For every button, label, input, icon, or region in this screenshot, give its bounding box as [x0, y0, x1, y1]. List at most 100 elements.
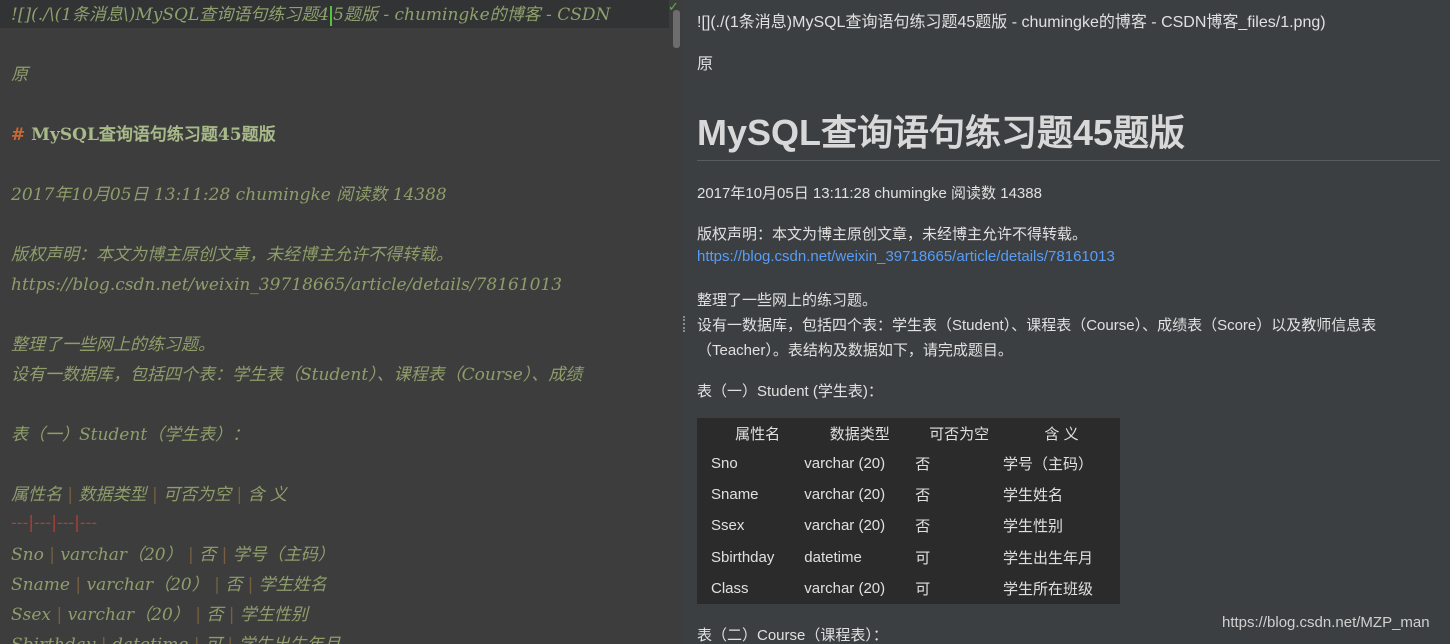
md-cell: 否	[206, 605, 224, 625]
md-pipe: |	[214, 575, 220, 595]
md-cell: 可	[205, 635, 222, 644]
editor-heading-text: MySQL查询语句练习题45题版	[31, 125, 276, 145]
md-cell: 可否为空	[163, 485, 232, 505]
table-cell: varchar (20)	[804, 579, 886, 597]
table-row: Class varchar (20) 可 学生所在班级	[697, 573, 1120, 604]
md-cell: 含 义	[247, 485, 288, 505]
md-pipe: |	[75, 575, 82, 595]
editor-line-image-part2: 5题版 - chumingke的博客 - CSDN	[333, 5, 611, 25]
paragraph-description-cont: （Teacher）。表结构及数据如下，请完成题目。	[697, 342, 1013, 359]
editor-line-table-row[interactable]: Sbirthday | datetime | 可 | 学生出生年月	[11, 634, 341, 644]
table-cell: 否	[915, 518, 931, 536]
editor-line-table-title[interactable]: 表（一）Student（学生表）：	[11, 424, 249, 446]
md-cell: varchar（20）	[67, 605, 190, 625]
source-link[interactable]: https://blog.csdn.net/weixin_39718665/ar…	[697, 248, 1115, 265]
table-cell: 学生所在班级	[1002, 580, 1093, 598]
md-pipe: |	[49, 545, 55, 565]
md-cell: Ssex	[11, 605, 52, 625]
check-icon: ✓	[668, 0, 679, 15]
table-cell: 否	[915, 456, 931, 474]
md-cell: datetime	[112, 635, 188, 644]
md-cell: 学生出生年月	[239, 635, 341, 644]
editor-scrollbar-thumb[interactable]	[673, 10, 680, 48]
md-cell: 学生性别	[239, 605, 308, 625]
table-cell: Sname	[711, 486, 759, 504]
md-pipe: |	[228, 605, 235, 625]
md-pipe: |	[227, 635, 233, 644]
table-cell: 可	[915, 549, 931, 567]
paragraph-intro: 整理了一些网上的练习题。	[697, 292, 878, 309]
md-cell: 否	[225, 575, 243, 595]
table-cell: 学生出生年月	[1002, 549, 1093, 567]
editor-line-para1[interactable]: 整理了一些网上的练习题。	[11, 334, 215, 356]
table-row: Sbirthday datetime 可 学生出生年月	[697, 542, 1120, 573]
copyright-notice: 版权声明：本文为博主原创文章，未经博主允许不得转载。	[697, 226, 1088, 243]
table-header-row: 属性名 数据类型 可否为空 含 义	[697, 418, 1120, 448]
editor-line-copyright[interactable]: 版权声明：本文为博主原创文章，未经博主允许不得转载。	[11, 244, 453, 266]
md-pipe: |	[221, 545, 228, 565]
md-pipe: |	[151, 485, 158, 505]
editor-line-meta[interactable]: 2017年10月05日 13:11:28 chumingke 阅读数 14388	[11, 184, 447, 206]
editor-line-heading[interactable]: # MySQL查询语句练习题45题版	[11, 124, 276, 146]
broken-image-text: ![](./(1条消息)MySQL查询语句练习题45题版 - chumingke…	[697, 14, 1326, 31]
table-cell: 学生姓名	[1002, 487, 1063, 505]
table-row: Sno varchar (20) 否 学号（主码）	[697, 448, 1120, 479]
table-cell: 否	[915, 487, 931, 505]
editor-line-image[interactable]: ![](./\(1条消息\)MySQL查询语句练习题4 5题版 - chuming…	[11, 4, 610, 26]
table-header-cell: 数据类型	[829, 425, 890, 443]
editor-line-table-row[interactable]: Sname | varchar（20） | 否 | 学生姓名	[11, 574, 327, 596]
editor-line-url[interactable]: https://blog.csdn.net/weixin_39718665/ar…	[11, 274, 562, 296]
table-row: Sname varchar (20) 否 学生姓名	[697, 479, 1120, 510]
md-cell: 学生姓名	[258, 575, 327, 595]
md-cell: varchar（20）	[60, 545, 183, 565]
md-pipe: |	[56, 605, 63, 625]
editor-line-table-separator[interactable]: ---|---|---|---	[11, 512, 97, 534]
editor-line-table-header[interactable]: 属性名 | 数据类型 | 可否为空 | 含 义	[11, 484, 287, 506]
editor-line-para2[interactable]: 设有一数据库，包括四个表：学生表（Student）、课程表（Course）、成绩	[11, 364, 582, 386]
student-table: 属性名 数据类型 可否为空 含 义 Sno varchar (20) 否 学号（…	[697, 418, 1120, 604]
table-header-cell: 含 义	[1044, 425, 1079, 443]
heading-hash-mark: #	[11, 125, 26, 145]
table-cell: varchar (20)	[804, 486, 886, 504]
table-cell: 学号（主码）	[1002, 456, 1093, 474]
md-cell: Sbirthday	[11, 635, 96, 644]
table-cell: varchar (20)	[804, 517, 886, 535]
table-cell: varchar (20)	[804, 455, 886, 473]
md-pipe: |	[188, 545, 194, 565]
paragraph-description: 设有一数据库，包括四个表：学生表（Student）、课程表（Course）、成绩…	[697, 317, 1377, 334]
editor-line-yuan[interactable]: 原	[11, 64, 28, 86]
md-pipe: |	[194, 635, 200, 644]
table-cell: datetime	[804, 548, 862, 566]
md-cell: Sname	[11, 575, 70, 595]
md-cell: 学号（主码）	[232, 545, 335, 565]
table-cell: 可	[915, 580, 931, 598]
editor-scrollbar[interactable]	[669, 0, 683, 644]
md-cell: varchar（20）	[86, 575, 209, 595]
table-cell: 学生性别	[1002, 518, 1063, 536]
title-divider	[697, 160, 1440, 161]
editor-line-image-part1: ![](./\(1条消息\)MySQL查询语句练习题4	[11, 5, 330, 25]
md-pipe: |	[236, 485, 243, 505]
table-header-cell: 可否为空	[929, 425, 990, 443]
md-pipe: |	[247, 575, 254, 595]
md-pipe: |	[67, 485, 74, 505]
editor-line-table-row[interactable]: Ssex | varchar（20） | 否 | 学生性别	[11, 604, 308, 626]
md-cell: 否	[199, 545, 217, 565]
table1-title: 表（一）Student (学生表)：	[697, 383, 883, 400]
table-cell: Class	[711, 579, 749, 597]
table-header-cell: 属性名	[735, 425, 781, 443]
md-cell: 数据类型	[78, 485, 147, 505]
table-cell: Sbirthday	[711, 548, 775, 566]
md-cell: 属性名	[11, 485, 62, 505]
text-caret	[330, 5, 333, 26]
md-cell: Sno	[11, 545, 44, 565]
article-title: MySQL查询语句练习题45题版	[697, 112, 1186, 153]
table-row: Ssex varchar (20) 否 学生性别	[697, 510, 1120, 541]
md-pipe: |	[101, 635, 107, 644]
table-cell: Sno	[711, 455, 738, 473]
editor-line-table-row[interactable]: Sno | varchar（20） | 否 | 学号（主码）	[11, 544, 335, 566]
table-cell: Ssex	[711, 517, 745, 535]
original-label: 原	[697, 56, 714, 73]
article-meta: 2017年10月05日 13:11:28 chumingke 阅读数 14388	[697, 185, 1042, 202]
markdown-editor[interactable]: ![](./\(1条消息\)MySQL查询语句练习题4 5题版 - chuming…	[0, 0, 683, 644]
